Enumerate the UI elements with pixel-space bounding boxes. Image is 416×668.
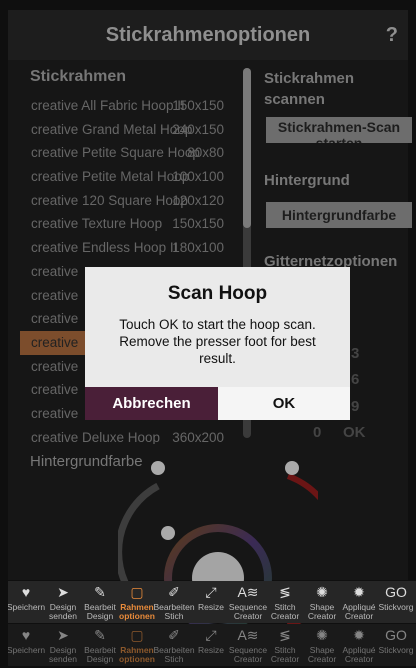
send-icon: ➤	[57, 627, 69, 643]
heart-icon: ♥	[21, 584, 31, 600]
hoop-name: creative	[31, 405, 79, 421]
hoop-name: creative Grand Metal Hoop	[31, 121, 193, 137]
brightness-handle[interactable]	[151, 461, 165, 475]
background-color-button[interactable]: Hintergrundfarbe	[266, 202, 412, 228]
applique-icon: ✹	[353, 627, 365, 643]
hoop-size: 150x150	[172, 216, 224, 232]
applique-icon: ✹	[353, 584, 365, 600]
edit-stitch-icon: ✐	[168, 627, 180, 643]
go-icon: GO	[385, 584, 407, 600]
toolbar-item[interactable]: ✐ Bearbeiten Stich	[153, 581, 194, 623]
hoop-section-title: Stickrahmen	[30, 68, 127, 85]
hoop-list-item[interactable]: creative Deluxe Hoop 360x200	[20, 426, 232, 444]
hoop-size: 240x150	[172, 121, 224, 137]
shape-icon: ✺	[316, 627, 328, 643]
hoop-name: creative	[31, 263, 79, 279]
hoop-name: creative Petite Square Hoop	[31, 145, 200, 161]
hoop-name: creative Texture Hoop	[31, 216, 163, 232]
hoop-size: 180x100	[172, 240, 224, 256]
hoop-name: creative 120 Square Hoop	[31, 192, 188, 208]
scan-hoop-dialog: Scan Hoop Touch OK to start the hoop sca…	[85, 267, 350, 420]
stitch-icon: ≶	[279, 627, 291, 643]
dialog-title: Scan Hoop	[167, 283, 268, 304]
hoop-name: creative	[31, 287, 79, 303]
hoop-size: 120x120	[172, 192, 224, 208]
hoop-size: 360x200	[172, 429, 224, 444]
grid-value-3[interactable]: 9	[351, 398, 359, 415]
hoop-name: creative All Fabric Hoop II	[31, 98, 185, 113]
hue-handle[interactable]	[161, 526, 175, 540]
saturation-handle[interactable]	[285, 461, 299, 475]
dialog-cancel-button[interactable]: Abbrechen	[85, 387, 218, 420]
toolbar-item[interactable]: GO Stickvorg	[378, 624, 414, 666]
hoop-list-item[interactable]: creative Texture Hoop 150x150	[20, 212, 232, 236]
resize-icon: ⤢	[205, 584, 217, 600]
grid-value-1[interactable]: 3	[351, 345, 359, 362]
toolbar-item[interactable]: ✹ Appliqué Creator	[341, 581, 377, 623]
dialog-message: Touch OK to start the hoop scan. Remove …	[119, 317, 316, 366]
hoop-name: creative	[31, 311, 79, 327]
bottom-toolbar-reflection: ♥ Speichern ➤ Design senden ✎ Bearbeit Design…	[8, 624, 416, 666]
resize-icon: ⤢	[205, 627, 217, 643]
toolbar-item[interactable]: ✐ Bearbeiten Stich	[153, 624, 194, 666]
stitch-icon: ≶	[279, 584, 291, 600]
hoop-size: 150x150	[172, 98, 224, 113]
bottom-toolbar: ♥ Speichern ➤ Design senden ✎ Bearbeit Design…	[8, 581, 416, 623]
hoop-list-item[interactable]: creative Petite Metal Hoop 100x100	[20, 165, 232, 189]
hoop-list-item[interactable]: creative Grand Metal Hoop 240x150	[20, 118, 232, 142]
page-title: Stickrahmenoptionen	[105, 24, 311, 46]
sequence-icon: A≋	[237, 584, 259, 600]
toolbar-item-label: Stickvorg	[378, 602, 414, 612]
hoop-list-item[interactable]: creative Endless Hoop II 180x100	[20, 236, 232, 260]
screen: Stickrahmenoptionen ? Stickrahmen creati…	[0, 0, 416, 668]
hoop-size: 100x100	[172, 169, 224, 185]
scan-start-button[interactable]: Stickrahmen-Scan starten	[266, 117, 412, 143]
toolbar-item[interactable]: GO Stickvorg	[378, 581, 414, 623]
help-button[interactable]: ?	[386, 24, 398, 47]
dialog-ok-button[interactable]: OK	[218, 387, 350, 420]
hoop-name: creative Deluxe Hoop	[31, 429, 161, 444]
grid-current-value: 0	[313, 424, 322, 441]
heart-icon: ♥	[21, 627, 31, 643]
edit-design-icon: ✎	[94, 627, 106, 643]
hoop-list-item[interactable]: creative All Fabric Hoop II 150x150	[20, 94, 232, 118]
hoop-name: creative Petite Metal Hoop	[31, 169, 190, 185]
send-icon: ➤	[57, 584, 69, 600]
title-bar: Stickrahmenoptionen ?	[8, 10, 408, 60]
shape-icon: ✺	[316, 584, 328, 600]
edit-design-icon: ✎	[94, 584, 106, 600]
scroll-thumb[interactable]	[243, 68, 251, 228]
hoop-list-item[interactable]: creative Petite Square Hoop 80x80	[20, 141, 232, 165]
toolbar-item[interactable]: ✹ Appliqué Creator	[341, 624, 377, 666]
sequence-icon: A≋	[237, 627, 259, 643]
hoop-name: creative	[31, 358, 79, 374]
background-title: Hintergrund	[264, 172, 350, 189]
grid-ok-button[interactable]: OK	[343, 424, 366, 441]
hoop-name: creative	[31, 334, 79, 350]
hoop-name: creative Endless Hoop II	[31, 240, 178, 256]
grid-value-2[interactable]: 6	[351, 371, 359, 388]
hoop-icon: ▢	[130, 584, 144, 600]
scan-title: Stickrahmen scannen	[264, 70, 355, 108]
edit-stitch-icon: ✐	[168, 584, 180, 600]
hoop-name: creative	[31, 382, 79, 398]
go-icon: GO	[385, 627, 407, 643]
hoop-list-item[interactable]: creative 120 Square Hoop 120x120	[20, 189, 232, 213]
hoop-icon: ▢	[130, 627, 144, 643]
toolbar-item-label: Stickvorg	[378, 645, 414, 655]
hoop-size: 80x80	[187, 145, 224, 161]
